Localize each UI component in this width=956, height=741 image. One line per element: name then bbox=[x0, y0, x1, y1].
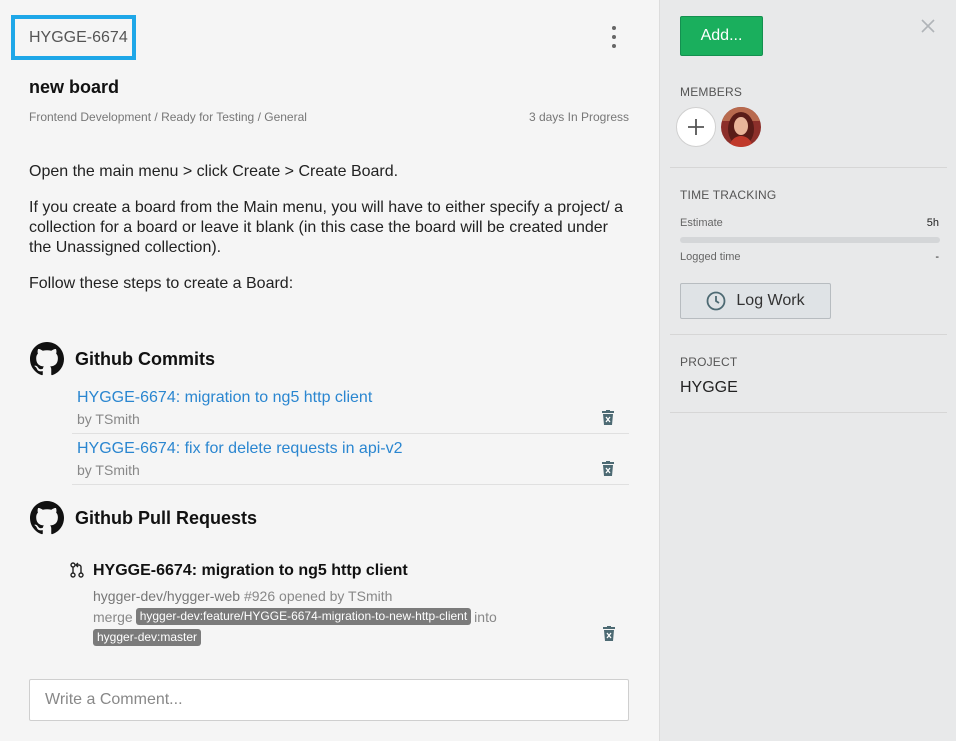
description-paragraph: Open the main menu > click Create > Crea… bbox=[29, 163, 399, 180]
pull-request-number: #926 bbox=[243, 588, 276, 604]
members-label: MEMBERS bbox=[680, 85, 743, 99]
pull-request-repo[interactable]: hygger-dev/hygger-web bbox=[93, 588, 240, 604]
commit-author: by TSmith bbox=[77, 462, 140, 478]
section-title: Github Pull Requests bbox=[75, 507, 258, 528]
pull-request-icon bbox=[70, 562, 84, 578]
source-branch-badge: hygger-dev:feature/HYGGE-6674-migration-… bbox=[135, 608, 472, 625]
log-work-label: Log Work bbox=[736, 292, 805, 309]
pull-request-meta: hygger-dev/hygger-web #926 opened by TSm… bbox=[93, 588, 392, 604]
estimate-value: 5h bbox=[926, 217, 939, 229]
commit-link[interactable]: HYGGE-6674: migration to ng5 http client bbox=[77, 389, 372, 407]
clock-icon bbox=[707, 291, 726, 311]
description-paragraph: Follow these steps to create a Board: bbox=[29, 275, 294, 292]
divider bbox=[670, 412, 947, 413]
time-tracking-bar bbox=[680, 237, 940, 243]
section-title: Github Commits bbox=[75, 348, 215, 369]
time-tracking-label: TIME TRACKING bbox=[680, 188, 777, 202]
add-member-button[interactable] bbox=[676, 107, 716, 147]
log-work-button[interactable]: Log Work bbox=[680, 283, 831, 319]
close-icon[interactable] bbox=[920, 18, 936, 34]
description-paragraph: If you create a board from the Main menu… bbox=[29, 199, 624, 256]
avatar[interactable] bbox=[721, 107, 761, 147]
delete-icon[interactable] bbox=[603, 626, 615, 641]
comment-input[interactable] bbox=[29, 679, 629, 721]
ticket-id[interactable]: HYGGE-6674 bbox=[11, 15, 136, 60]
estimate-label: Estimate bbox=[680, 217, 723, 229]
ticket-description[interactable]: Open the main menu > click Create > Crea… bbox=[29, 162, 629, 310]
plus-icon bbox=[688, 119, 704, 135]
delete-icon[interactable] bbox=[602, 410, 614, 425]
logged-time-value: - bbox=[935, 251, 939, 263]
commit-item: HYGGE-6674: migration to ng5 http client… bbox=[72, 383, 629, 434]
logged-time-label: Logged time bbox=[680, 251, 741, 263]
commit-link[interactable]: HYGGE-6674: fix for delete requests in a… bbox=[77, 440, 403, 458]
github-icon bbox=[30, 342, 64, 376]
target-branch-badge: hygger-dev:master bbox=[93, 629, 202, 646]
pull-request-target: hygger-dev:master bbox=[93, 628, 202, 646]
pull-request-merge-info: merge hygger-dev:feature/HYGGE-6674-migr… bbox=[93, 608, 497, 625]
github-pull-requests-heading: Github Pull Requests bbox=[30, 501, 257, 535]
github-icon bbox=[30, 501, 64, 535]
into-word: into bbox=[474, 608, 497, 625]
ticket-sidebar: Add... MEMBERS TIME TRACKING Estimate 5h… bbox=[659, 0, 956, 741]
breadcrumb: Frontend Development / Ready for Testing… bbox=[29, 110, 307, 124]
project-label: PROJECT bbox=[680, 355, 738, 369]
merge-word: merge bbox=[93, 608, 133, 625]
github-commits-heading: Github Commits bbox=[30, 342, 215, 376]
project-value[interactable]: HYGGE bbox=[680, 379, 738, 397]
more-menu-icon[interactable] bbox=[604, 26, 624, 48]
ticket-title[interactable]: new board bbox=[29, 77, 119, 98]
divider bbox=[670, 167, 947, 168]
pull-request-opened-by: opened by TSmith bbox=[279, 588, 393, 604]
member-photo bbox=[721, 107, 761, 147]
ticket-detail-panel: HYGGE-6674 new board Frontend Developmen… bbox=[0, 0, 659, 741]
delete-icon[interactable] bbox=[602, 461, 614, 476]
status-duration: 3 days In Progress bbox=[528, 110, 629, 124]
divider bbox=[670, 334, 947, 335]
commit-author: by TSmith bbox=[77, 411, 140, 427]
commit-item: HYGGE-6674: fix for delete requests in a… bbox=[72, 434, 629, 485]
add-button[interactable]: Add... bbox=[680, 16, 763, 56]
pull-request-title[interactable]: HYGGE-6674: migration to ng5 http client bbox=[93, 562, 408, 580]
